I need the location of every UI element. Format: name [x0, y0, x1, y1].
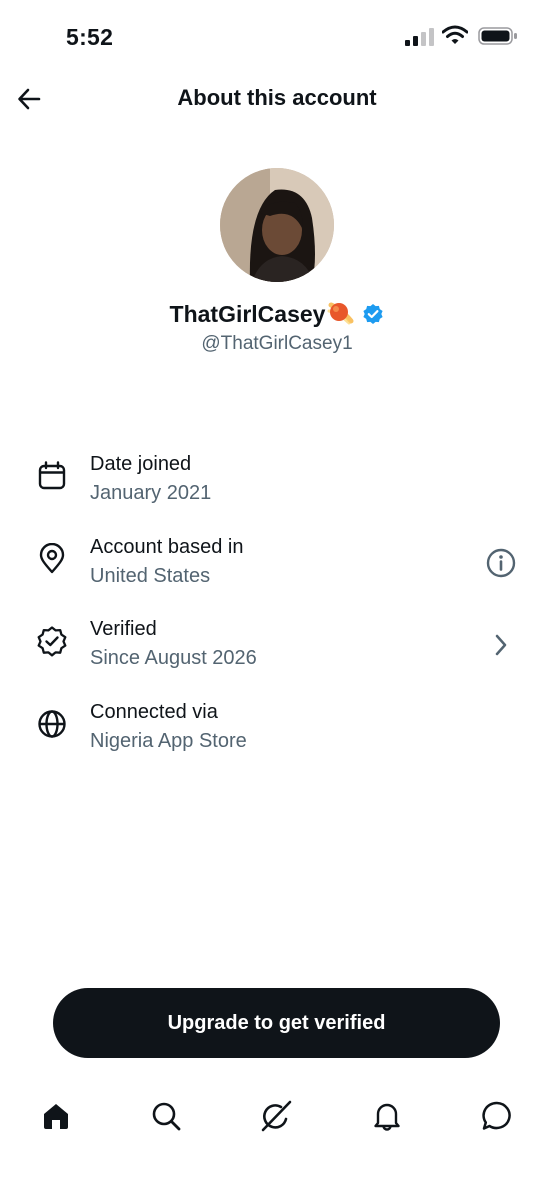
- avatar-image: [220, 168, 334, 282]
- avatar[interactable]: [220, 168, 334, 282]
- info-icon: [486, 548, 516, 578]
- home-icon: [44, 1104, 68, 1129]
- status-time: 5:52: [66, 24, 114, 50]
- verified-outline-icon: [37, 626, 67, 657]
- profile-name-row: ThatGirlCasey: [0, 298, 554, 330]
- info-row-connected-via: Connected via Nigeria App Store: [0, 696, 554, 779]
- info-label: Connected via: [90, 700, 218, 723]
- tab-notifications[interactable]: [369, 1098, 405, 1134]
- info-value: Since August 2026: [90, 647, 257, 669]
- status-bar: 5:52: [0, 0, 554, 70]
- info-value: January 2021: [90, 482, 212, 504]
- battery-icon: [478, 27, 517, 45]
- messages-icon: [482, 1101, 511, 1130]
- info-value: Nigeria App Store: [90, 729, 247, 752]
- grok-icon: [261, 1100, 292, 1132]
- info-row-date-joined: Date joined January 2021: [0, 448, 554, 531]
- profile-handle: @ThatGirlCasey1: [201, 333, 353, 354]
- info-row-verified[interactable]: Verified Since August 2026: [0, 613, 554, 696]
- comet-emoji-icon: [327, 302, 354, 325]
- location-pin-icon: [39, 542, 65, 573]
- globe-icon: [38, 709, 66, 738]
- account-location-info-button[interactable]: [484, 546, 518, 580]
- page-title: About this account: [177, 85, 377, 110]
- cellular-signal-icon: [405, 28, 434, 46]
- info-label: Account based in: [90, 535, 244, 558]
- tab-search[interactable]: [148, 1098, 184, 1134]
- upgrade-to-verified-button[interactable]: Upgrade to get verified: [53, 988, 500, 1058]
- header: About this account: [0, 70, 554, 130]
- verified-badge-icon[interactable]: [362, 303, 384, 325]
- chevron-right-icon: [495, 634, 507, 656]
- calendar-icon: [38, 461, 66, 490]
- tab-grok[interactable]: [258, 1098, 294, 1134]
- verified-details-button[interactable]: [484, 628, 518, 662]
- display-name: ThatGirlCasey: [169, 300, 326, 327]
- bottom-tab-bar: [0, 1088, 554, 1144]
- account-info-list: Date joined January 2021 Account based i…: [0, 448, 554, 778]
- info-value: United States: [90, 564, 211, 587]
- search-icon: [152, 1102, 181, 1131]
- tab-home[interactable]: [38, 1098, 74, 1134]
- tab-messages[interactable]: [479, 1098, 515, 1134]
- notifications-bell-icon: [374, 1103, 400, 1131]
- info-label: Date joined: [90, 453, 192, 475]
- wifi-icon: [442, 25, 468, 44]
- info-label: Verified: [90, 618, 157, 640]
- info-row-account-based-in: Account based in United States: [0, 531, 554, 614]
